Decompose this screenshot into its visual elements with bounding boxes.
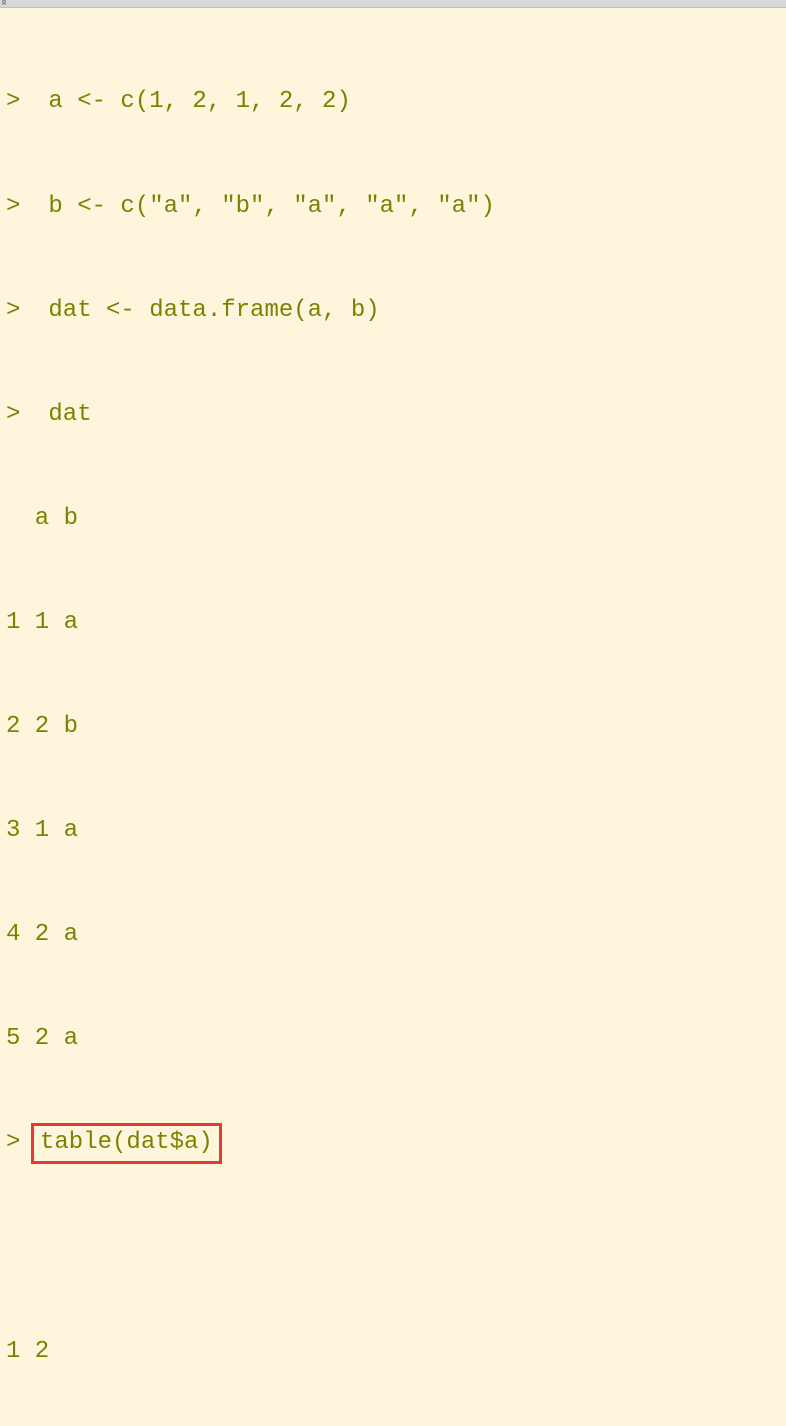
output-text: 5 2 a (6, 1022, 78, 1057)
console-output: a b (6, 502, 780, 537)
code-text: table(dat$a) (40, 1129, 213, 1156)
prompt: > (6, 294, 34, 329)
prompt: > (6, 398, 34, 433)
prompt: > (6, 85, 34, 120)
prompt: > (6, 1126, 34, 1161)
console-line: > a <- c(1, 2, 1, 2, 2) (6, 86, 780, 121)
console-line: > b <- c("a", "b", "a", "a", "a") (6, 190, 780, 225)
console-output: 4 2 a (6, 918, 780, 953)
highlighted-code: table(dat$a) (31, 1123, 222, 1164)
code-text: a <- c(1, 2, 1, 2, 2) (34, 85, 351, 120)
r-console[interactable]: > a <- c(1, 2, 1, 2, 2) > b <- c("a", "b… (0, 8, 786, 1426)
console-output: 1 1 a (6, 606, 780, 641)
output-text: 4 2 a (6, 918, 78, 953)
code-text: b <- c("a", "b", "a", "a", "a") (34, 190, 495, 225)
console-output: 1 2 (6, 1335, 780, 1370)
prompt: > (6, 190, 34, 225)
console-line: > dat (6, 398, 780, 433)
console-line: >table(dat$a) (6, 1127, 780, 1162)
output-text: 1 2 (6, 1335, 49, 1370)
titlebar-text: R (2, 0, 6, 8)
output-text: 1 1 a (6, 606, 78, 641)
output-text: 3 1 a (6, 814, 78, 849)
output-text: 2 2 b (6, 710, 78, 745)
window-titlebar: R (0, 0, 786, 8)
code-text: dat (34, 398, 92, 433)
console-output (6, 1231, 780, 1266)
console-line: > dat <- data.frame(a, b) (6, 294, 780, 329)
console-output: 2 2 b (6, 710, 780, 745)
console-output: 3 1 a (6, 814, 780, 849)
console-output: 5 2 a (6, 1022, 780, 1057)
code-text: dat <- data.frame(a, b) (34, 294, 380, 329)
output-text: a b (6, 502, 78, 537)
